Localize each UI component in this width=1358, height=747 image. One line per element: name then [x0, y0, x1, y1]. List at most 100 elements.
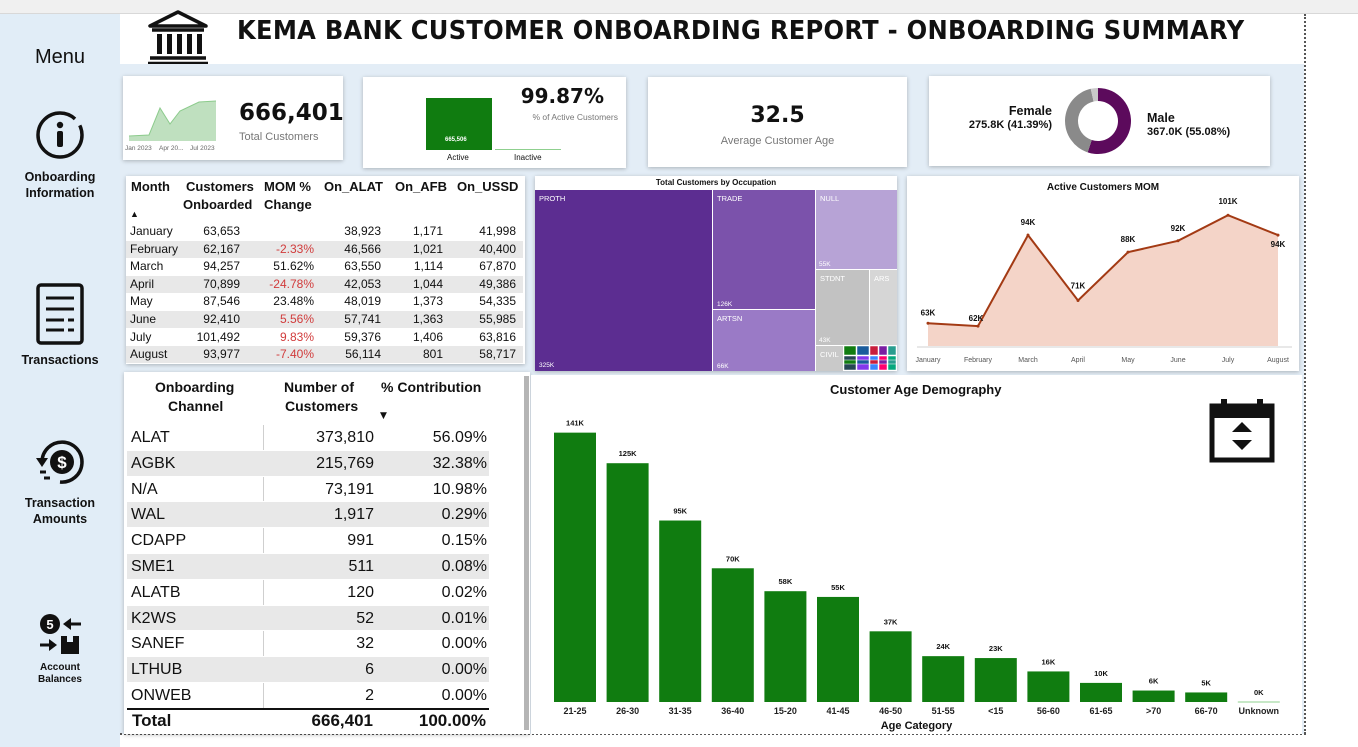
month-table[interactable]: Month Customers Onboarded MOM % Change O…: [126, 176, 525, 364]
treemap-minor-cell[interactable]: [869, 345, 879, 356]
age-x-tick: >70: [1146, 706, 1161, 716]
treemap-minor-cell[interactable]: [869, 363, 879, 371]
treemap-minor-cell[interactable]: [878, 363, 888, 371]
treemap-minor-cell[interactable]: [843, 363, 857, 371]
channel-table-row[interactable]: LTHUB 6 0.00%: [127, 657, 489, 683]
mom-point[interactable]: [1076, 299, 1080, 303]
active-mom-chart[interactable]: Active Customers MOM 63K January 62K Februa…: [907, 176, 1299, 371]
channel-table-row[interactable]: SANEF 32 0.00%: [127, 631, 489, 658]
female-value: 275.8K (41.39%): [968, 119, 1052, 131]
mom-point[interactable]: [926, 321, 930, 325]
treemap-minor-cell[interactable]: [878, 345, 888, 356]
age-data-label: 10K: [1094, 669, 1108, 678]
age-x-tick: <15: [988, 706, 1003, 716]
calendar-sort-icon[interactable]: [1209, 398, 1275, 464]
ch-header-channel-1[interactable]: Onboarding: [155, 379, 234, 395]
mom-point[interactable]: [976, 324, 980, 328]
month-table-row[interactable]: July 101,492 9.83% 59,376 1,406 63,816: [126, 329, 523, 346]
treemap-minor-cell[interactable]: [856, 363, 870, 371]
male-label: Male: [1147, 111, 1175, 125]
age-bar[interactable]: [817, 596, 859, 702]
occupation-treemap[interactable]: Total Customers by Occupation PROTH 325K T…: [535, 176, 897, 371]
ch-header-pct[interactable]: % Contribution: [381, 379, 481, 395]
mt-header-afb[interactable]: On_AFB: [395, 179, 447, 194]
treemap-cell-proth[interactable]: [535, 190, 712, 371]
mom-point[interactable]: [1176, 239, 1180, 243]
age-bar[interactable]: [1027, 671, 1070, 702]
kpi-total-customers-value: 666,401: [239, 100, 344, 126]
channel-cell-pct: 0.29%: [441, 506, 487, 524]
age-bar[interactable]: [1185, 692, 1228, 702]
treemap-minor-cell[interactable]: [856, 345, 870, 356]
channel-table-row[interactable]: K2WS 52 0.01%: [127, 605, 489, 632]
mom-point[interactable]: [1276, 233, 1280, 237]
treemap-minor-cell[interactable]: [887, 345, 897, 356]
treemap-minor-cell[interactable]: [887, 363, 897, 371]
month-table-row[interactable]: February 62,167 -2.33% 46,566 1,021 40,400: [126, 240, 523, 258]
mt-header-ussd[interactable]: On_USSD: [457, 179, 518, 194]
month-table-row[interactable]: June 92,410 5.56% 57,741 1,363 55,985: [126, 311, 523, 328]
channel-table-row[interactable]: ALATB 120 0.02%: [127, 580, 489, 606]
month-table-row[interactable]: March 94,257 51.62% 63,550 1,114 67,870: [126, 258, 523, 275]
age-chart-xlabel: Age Category: [880, 720, 953, 732]
sidebar-item-account-balances[interactable]: 5 Account Balances: [0, 612, 120, 686]
age-bar[interactable]: [922, 656, 965, 702]
ch-sort-arrow[interactable]: ▼: [380, 411, 387, 421]
channel-table-row[interactable]: AGBK 215,769 32.38%: [127, 450, 489, 477]
sidebar-item-onboarding[interactable]: Onboarding Information: [0, 109, 120, 201]
channel-table-row[interactable]: WAL 1,917 0.29%: [127, 502, 489, 529]
age-bar[interactable]: [554, 432, 596, 702]
mom-point[interactable]: [1226, 213, 1230, 217]
kpi-gender-card[interactable]: Female 275.8K (41.39%) Male 367.0K (55.0…: [929, 76, 1270, 166]
month-table-row[interactable]: August 93,977 -7.40% 56,114 801 58,717: [126, 346, 523, 364]
treemap-minor-cell[interactable]: [843, 345, 857, 356]
month-table-row[interactable]: January 63,653 38,923 1,171 41,998: [126, 223, 523, 240]
kpi-active-card[interactable]: 665,506 Active Inactive 99.87% % of Acti…: [363, 77, 626, 168]
age-bar[interactable]: [711, 568, 754, 702]
age-data-label: 16K: [1042, 657, 1056, 666]
treemap-cell-trade[interactable]: [713, 190, 815, 309]
mom-point[interactable]: [1126, 250, 1130, 254]
mt-sort-arrow[interactable]: ▲: [130, 209, 139, 219]
mom-point[interactable]: [1026, 233, 1030, 237]
ch-scrollbar[interactable]: [524, 376, 529, 730]
age-bar[interactable]: [869, 631, 912, 702]
channel-table[interactable]: Onboarding Channel Number of Customers %…: [124, 372, 530, 734]
kpi-average-age-card[interactable]: 32.5 Average Customer Age: [648, 77, 907, 167]
age-bar[interactable]: [1080, 682, 1122, 702]
month-cell-ussd: 41,998: [479, 224, 516, 238]
channel-cell-pct: 0.00%: [441, 635, 487, 653]
month-cell-onboarded: 62,167: [203, 241, 240, 256]
dollar-refresh-icon: $: [36, 440, 84, 484]
month-cell-alat: 57,741: [344, 312, 381, 326]
channel-table-row[interactable]: N/A 73,191 10.98%: [127, 477, 489, 503]
month-table-row[interactable]: April 70,899 -24.78% 42,053 1,044 49,386: [126, 275, 523, 293]
mt-header-onboarded-1[interactable]: Customers: [186, 179, 254, 194]
channel-cell-pct: 0.15%: [441, 532, 487, 550]
mt-header-alat[interactable]: On_ALAT: [324, 179, 383, 194]
channel-table-row[interactable]: CDAPP 991 0.15%: [127, 528, 489, 554]
age-bar[interactable]: [764, 591, 807, 702]
mt-header-month[interactable]: Month: [131, 179, 170, 194]
age-bar[interactable]: [974, 658, 1017, 702]
age-demography-chart[interactable]: Customer Age Demography 141K 21-25 125K 26-…: [531, 375, 1302, 734]
kpi-total-customers-card[interactable]: Jan 2023 Apr 20... Jul 2023 666,401 Tota…: [123, 76, 344, 160]
age-bar[interactable]: [606, 463, 649, 702]
svg-text:$: $: [57, 453, 67, 472]
channel-table-row[interactable]: SME1 511 0.08%: [127, 554, 489, 580]
channel-table-row[interactable]: ONWEB 2 0.00%: [127, 683, 489, 709]
mt-header-mom-1[interactable]: MOM %: [264, 179, 311, 194]
month-cell-onboarded: 94,257: [203, 259, 240, 274]
channel-cell-name: ALAT: [131, 429, 170, 446]
age-bar[interactable]: [659, 520, 702, 702]
age-bar[interactable]: [1132, 690, 1175, 702]
sidebar-item-transactions[interactable]: Transactions: [0, 282, 120, 368]
ch-header-count-1[interactable]: Number of: [284, 379, 354, 395]
donut-female-slice[interactable]: [1065, 88, 1094, 153]
channel-table-row[interactable]: ALAT 373,810 56.09%: [127, 425, 489, 451]
month-cell-month: March: [130, 259, 164, 274]
age-x-tick: 36-40: [721, 706, 744, 716]
sidebar-item-transaction-amounts[interactable]: $ Transaction Amounts: [0, 434, 120, 527]
month-table-row[interactable]: May 87,546 23.48% 48,019 1,373 54,335: [126, 293, 523, 310]
transfer-icon: 5: [40, 614, 81, 654]
